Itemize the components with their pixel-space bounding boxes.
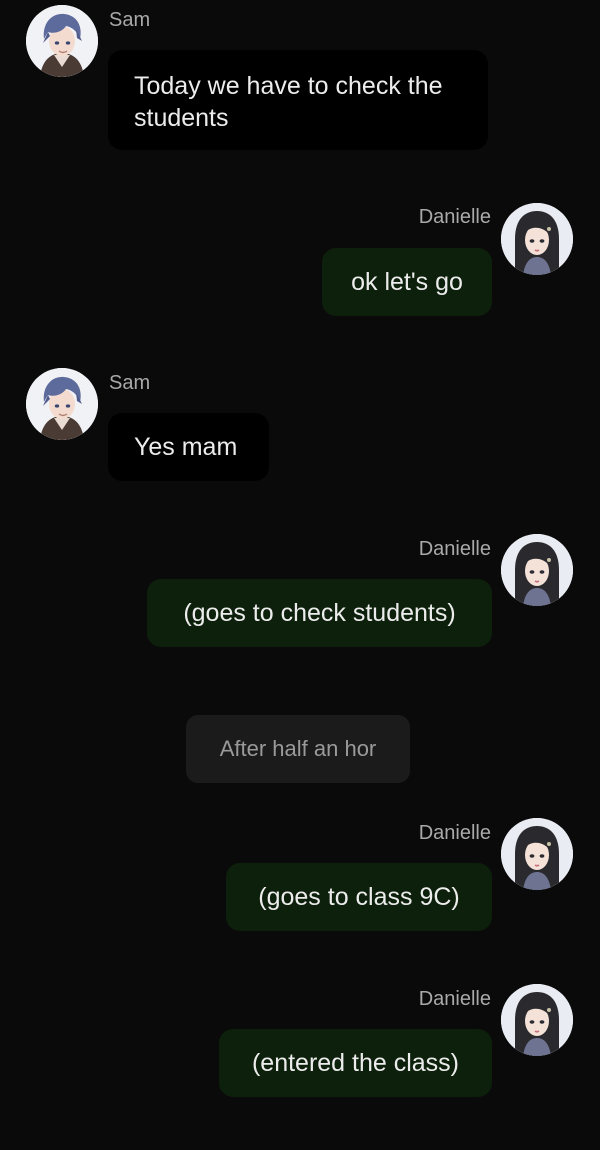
message-danielle-4: Danielle (entered the class) (0, 978, 600, 1103)
danielle-avatar-icon[interactable] (501, 534, 573, 606)
speaker-name: Sam (109, 372, 151, 394)
message-bubble: (goes to class 9C) (226, 863, 492, 931)
message-bubble: Yes mam (108, 413, 269, 481)
message-danielle-1: Danielle ok let's go (0, 195, 600, 320)
message-bubble: (goes to check students) (147, 579, 492, 647)
message-bubble: Today we have to check the students (108, 50, 488, 150)
message-sam-1: Sam Today we have to check the students (0, 0, 600, 160)
danielle-avatar-icon[interactable] (501, 818, 573, 890)
message-danielle-3: Danielle (goes to class 9C) (0, 812, 600, 937)
speaker-name: Danielle (418, 988, 491, 1010)
message-bubble: (entered the class) (219, 1029, 492, 1097)
chat-thread: Sam Today we have to check the students … (0, 0, 600, 1150)
speaker-name: Danielle (418, 206, 491, 228)
narration-bubble: After half an hor (186, 715, 410, 783)
message-sam-2: Sam Yes mam (0, 362, 600, 487)
speaker-name: Danielle (418, 822, 491, 844)
sam-avatar-icon[interactable] (26, 368, 98, 440)
sam-avatar-icon[interactable] (26, 5, 98, 77)
danielle-avatar-icon[interactable] (501, 984, 573, 1056)
message-bubble: ok let's go (322, 248, 492, 316)
speaker-name: Danielle (418, 538, 491, 560)
message-danielle-2: Danielle (goes to check students) (0, 528, 600, 653)
danielle-avatar-icon[interactable] (501, 203, 573, 275)
speaker-name: Sam (109, 9, 151, 31)
